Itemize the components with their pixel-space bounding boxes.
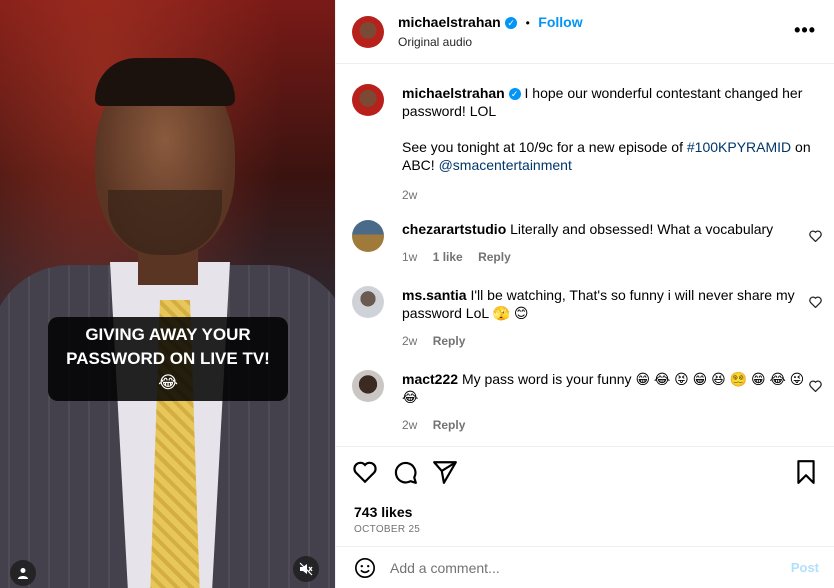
host-hair [95, 58, 235, 106]
reply-button[interactable]: Reply [478, 250, 511, 264]
comment-bubble-icon[interactable] [392, 459, 418, 485]
comment-item: chezarartstudio Literally and obsessed! … [352, 220, 812, 266]
mute-button[interactable] [293, 556, 319, 582]
comment-username[interactable]: ms.santia [402, 287, 467, 303]
comment-username[interactable]: chezarartstudio [402, 221, 506, 237]
post-detail-panel: michaelstrahan ✓ • Follow Original audio… [335, 0, 834, 588]
caption-username[interactable]: michaelstrahan [402, 85, 505, 101]
video-caption: GIVING AWAY YOUR PASSWORD ON LIVE TV! 😂 [48, 317, 288, 401]
post-comment-button[interactable]: Post [791, 560, 819, 575]
comment-text: My pass word is your funny 😁 😂 😝 😁 😆 😵‍💫… [402, 371, 805, 405]
commenter-avatar[interactable] [352, 370, 384, 402]
comment-item: ms.santia I'll be watching, That's so fu… [352, 286, 812, 350]
mention-link[interactable]: @smacentertainment [439, 157, 572, 173]
comment-time: 2w [402, 334, 418, 348]
reply-button[interactable]: Reply [433, 418, 466, 432]
separator-dot: • [525, 16, 530, 30]
comment-text: Literally and obsessed! What a vocabular… [510, 221, 774, 237]
reply-button[interactable]: Reply [433, 334, 466, 348]
add-comment-bar: Post [336, 546, 834, 588]
comment-likes[interactable]: 1 like [433, 250, 463, 264]
action-bar: 743 likes OCTOBER 25 [336, 446, 834, 535]
post-header: michaelstrahan ✓ • Follow Original audio… [336, 0, 834, 64]
verified-icon: ✓ [505, 16, 518, 29]
caption-time: 2w [402, 188, 418, 202]
author-avatar[interactable] [352, 15, 384, 48]
tagged-user-button[interactable] [10, 560, 36, 586]
comment-like-icon[interactable] [809, 230, 822, 242]
comment-input[interactable] [390, 559, 780, 576]
commenter-avatar[interactable] [352, 220, 384, 252]
like-heart-icon[interactable] [352, 459, 378, 485]
post-video[interactable]: GIVING AWAY YOUR PASSWORD ON LIVE TV! 😂 [0, 0, 335, 588]
comment-username[interactable]: mact222 [402, 371, 458, 387]
follow-button[interactable]: Follow [538, 14, 582, 30]
comment-like-icon[interactable] [809, 380, 822, 392]
verified-icon: ✓ [508, 88, 521, 101]
more-options-icon[interactable]: ••• [794, 20, 816, 41]
hashtag-link[interactable]: #100KPYRAMID [687, 139, 791, 155]
comment-time: 2w [402, 418, 418, 432]
user-icon [18, 568, 28, 579]
likes-count[interactable]: 743 likes [354, 504, 412, 520]
comment-time: 1w [402, 250, 418, 264]
share-paper-plane-icon[interactable] [432, 459, 458, 485]
original-audio-link[interactable]: Original audio [398, 35, 583, 49]
muted-speaker-icon [299, 562, 313, 576]
caption-author-avatar[interactable] [352, 84, 384, 116]
emoji-picker-icon[interactable] [354, 557, 376, 579]
caption-line-2: PASSWORD ON LIVE TV! 😂 [66, 349, 270, 392]
save-bookmark-icon[interactable] [793, 459, 819, 485]
caption-text-2a: See you tonight at 10/9c for a new episo… [402, 139, 683, 155]
comments-list: michaelstrahan ✓ I hope our wonderful co… [336, 64, 834, 446]
comment-like-icon[interactable] [809, 296, 822, 308]
author-username[interactable]: michaelstrahan [398, 14, 501, 30]
comment-item: mact222 My pass word is your funny 😁 😂 😝… [352, 370, 812, 434]
caption-line-1: GIVING AWAY YOUR [85, 325, 251, 344]
post-date: OCTOBER 25 [354, 524, 421, 535]
commenter-avatar[interactable] [352, 286, 384, 318]
post-caption: michaelstrahan ✓ I hope our wonderful co… [352, 84, 812, 204]
